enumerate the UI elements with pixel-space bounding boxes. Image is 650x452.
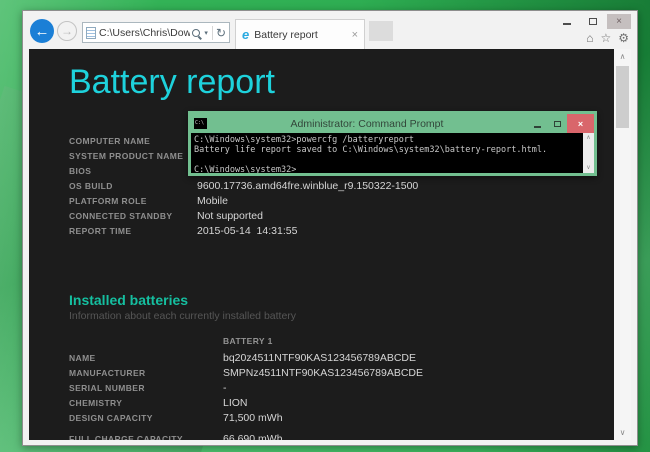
table-row: PLATFORM ROLE Mobile: [69, 193, 418, 208]
row-label: CONNECTED STANDBY: [69, 211, 197, 221]
cmd-minimize-button[interactable]: [527, 114, 547, 133]
cmd-scroll-up-icon[interactable]: ∧: [583, 133, 594, 143]
table-row: SERIAL NUMBER -: [69, 380, 423, 395]
row-value: -: [223, 382, 227, 394]
cmd-app-icon: C:\: [194, 118, 207, 129]
cmd-maximize-button[interactable]: [547, 114, 567, 133]
row-value: Mobile: [197, 195, 228, 207]
row-label: BIOS: [69, 166, 197, 176]
row-label: NAME: [69, 353, 223, 363]
table-row: MANUFACTURER SMPNz4511NTF90KAS123456789A…: [69, 365, 423, 380]
row-value: 2015-05-14 14:31:55: [197, 225, 297, 237]
table-row: CONNECTED STANDBY Not supported: [69, 208, 418, 223]
row-value: Not supported: [197, 210, 263, 222]
command-prompt-window: C:\ Administrator: Command Prompt × C:\W…: [188, 111, 597, 176]
battery-report-page: Battery report COMPUTER NAME SYSTEM PROD…: [29, 49, 614, 440]
table-row: CHEMISTRY LION: [69, 395, 423, 410]
row-label: FULL CHARGE CAPACITY: [69, 434, 223, 441]
battery-column-header: BATTERY 1: [223, 336, 273, 346]
cmd-titlebar[interactable]: C:\ Administrator: Command Prompt ×: [191, 114, 594, 133]
scroll-up-icon[interactable]: ∧: [614, 49, 631, 64]
new-tab-button[interactable]: [369, 21, 393, 41]
close-button[interactable]: ×: [607, 14, 631, 29]
close-icon: ×: [616, 16, 622, 27]
scrollbar-thumb[interactable]: [616, 66, 629, 128]
table-row: OS BUILD 9600.17736.amd64fre.winblue_r9.…: [69, 178, 418, 193]
browser-window: ← → C:\Users\Chris\Downloads\battery ▾ ↻…: [22, 10, 638, 446]
row-label: CHEMISTRY: [69, 398, 223, 408]
cmd-close-button[interactable]: ×: [567, 114, 594, 133]
back-arrow-icon: ←: [35, 23, 50, 40]
cmd-maximize-icon: [554, 121, 561, 127]
row-label: MANUFACTURER: [69, 368, 223, 378]
address-separator: [212, 26, 213, 40]
tab-battery-report[interactable]: e Battery report ×: [235, 19, 365, 49]
tab-title: Battery report: [254, 29, 346, 41]
battery-info-table: NAME bq20z4511NTF90KAS123456789ABCDE MAN…: [69, 350, 423, 440]
cmd-scrollbar[interactable]: ∧ ∨: [583, 133, 594, 173]
home-icon[interactable]: ⌂: [586, 31, 593, 45]
minimize-button[interactable]: [555, 14, 579, 29]
cmd-terminal-output: C:\Windows\system32>powercfg /batteryrep…: [191, 133, 594, 173]
table-row: DESIGN CAPACITY 71,500 mWh: [69, 410, 423, 425]
row-label: OS BUILD: [69, 181, 197, 191]
maximize-icon: [589, 18, 597, 25]
forward-button[interactable]: →: [57, 21, 77, 41]
back-button[interactable]: ←: [30, 19, 54, 43]
address-bar[interactable]: C:\Users\Chris\Downloads\battery ▾ ↻: [82, 22, 230, 43]
installed-batteries-heading: Installed batteries: [69, 292, 188, 308]
row-value: 71,500 mWh: [223, 412, 283, 424]
cmd-line: C:\Windows\system32>: [194, 165, 296, 173]
settings-gear-icon[interactable]: ⚙: [618, 31, 629, 45]
maximize-button[interactable]: [581, 14, 605, 29]
row-value: LION: [223, 397, 248, 409]
address-url[interactable]: C:\Users\Chris\Downloads\battery: [99, 27, 190, 39]
row-value: SMPNz4511NTF90KAS123456789ABCDE: [223, 367, 423, 379]
table-row: REPORT TIME 2015-05-14 14:31:55: [69, 223, 418, 238]
window-controls: ×: [555, 13, 631, 29]
row-value: bq20z4511NTF90KAS123456789ABCDE: [223, 352, 416, 364]
row-value: 66,690 mWh: [223, 433, 283, 441]
row-label: COMPUTER NAME: [69, 136, 197, 146]
page-title: Battery report: [69, 63, 275, 102]
forward-arrow-icon: →: [61, 24, 73, 38]
cmd-scroll-down-icon[interactable]: ∨: [583, 163, 594, 173]
search-icon[interactable]: [192, 29, 200, 37]
command-bar: ⌂ ☆ ⚙: [586, 31, 629, 45]
minimize-icon: [563, 23, 571, 25]
desktop-background: ← → C:\Users\Chris\Downloads\battery ▾ ↻…: [0, 0, 650, 452]
tab-close-icon[interactable]: ×: [352, 29, 358, 41]
browser-scrollbar[interactable]: ∧ ∨: [614, 49, 631, 440]
chevron-down-icon[interactable]: ▾: [204, 29, 208, 37]
refresh-icon[interactable]: ↻: [216, 26, 226, 40]
cmd-line: Battery life report saved to C:\Windows\…: [194, 145, 547, 155]
favorites-star-icon[interactable]: ☆: [600, 31, 611, 45]
cmd-window-controls: ×: [527, 114, 594, 133]
cmd-line: C:\Windows\system32>powercfg /batteryrep…: [194, 135, 414, 145]
page-icon: [86, 27, 96, 39]
row-label: REPORT TIME: [69, 226, 197, 236]
ie-logo-icon: e: [242, 28, 249, 41]
installed-batteries-subtitle: Information about each currently install…: [69, 310, 296, 322]
table-row: NAME bq20z4511NTF90KAS123456789ABCDE: [69, 350, 423, 365]
row-label: PLATFORM ROLE: [69, 196, 197, 206]
cmd-window-title: Administrator: Command Prompt: [207, 118, 527, 130]
row-label: SYSTEM PRODUCT NAME: [69, 151, 197, 161]
scroll-down-icon[interactable]: ∨: [614, 425, 631, 440]
cmd-minimize-icon: [534, 126, 541, 128]
row-label: SERIAL NUMBER: [69, 383, 223, 393]
table-row: FULL CHARGE CAPACITY 66,690 mWh: [69, 431, 423, 440]
row-value: 9600.17736.amd64fre.winblue_r9.150322-15…: [197, 180, 418, 192]
cmd-close-icon: ×: [578, 119, 583, 129]
browser-toolbar: ← → C:\Users\Chris\Downloads\battery ▾ ↻…: [23, 11, 637, 49]
row-label: DESIGN CAPACITY: [69, 413, 223, 423]
